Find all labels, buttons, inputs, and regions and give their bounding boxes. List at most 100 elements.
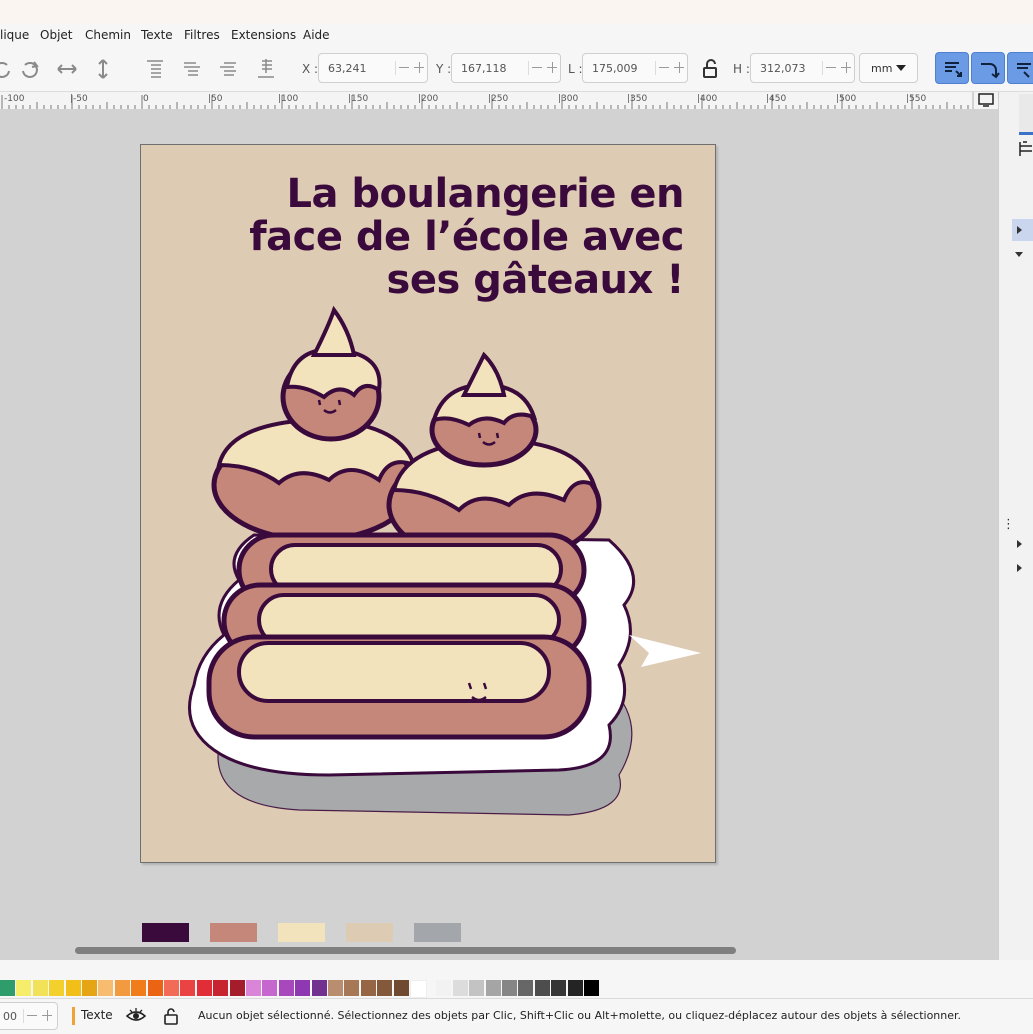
zoom-field[interactable]: 00 [0, 1002, 58, 1030]
menu-item-filtres[interactable]: Filtres [184, 28, 220, 42]
width-decrement-button[interactable] [655, 61, 670, 75]
y-increment-button[interactable] [545, 61, 559, 75]
palette-color[interactable] [262, 980, 278, 996]
document-page[interactable]: La boulangerie en face de l’école avec s… [140, 144, 716, 863]
current-layer-name[interactable]: Texte [81, 1008, 113, 1022]
palette-color[interactable] [246, 980, 261, 996]
ruler-label: |500 [836, 94, 857, 104]
palette-color[interactable] [131, 980, 147, 996]
palette-color[interactable] [32, 980, 48, 996]
display-mode-button[interactable] [974, 92, 998, 109]
palette-color[interactable] [278, 980, 294, 996]
palette-color[interactable] [311, 980, 327, 996]
palette-color[interactable] [114, 980, 130, 996]
swatch-pastry[interactable] [210, 923, 257, 942]
expand-arrow-icon[interactable] [1017, 540, 1022, 548]
height-increment-button[interactable] [839, 61, 853, 75]
scale-corners-toggle[interactable] [971, 52, 1005, 84]
zoom-increment-button[interactable] [40, 1009, 54, 1023]
palette-color[interactable] [436, 980, 452, 996]
expand-arrow-icon[interactable] [1017, 226, 1022, 234]
ruler-label: |200 [418, 94, 439, 104]
swatch-page[interactable] [346, 923, 393, 942]
raise-to-top-icon[interactable] [143, 57, 167, 81]
palette-color[interactable] [502, 980, 517, 996]
palette-color[interactable] [567, 980, 583, 996]
lock-icon[interactable] [163, 1007, 179, 1025]
scale-stroke-toggle[interactable] [935, 52, 969, 84]
transform-gradients-toggle[interactable] [1007, 52, 1033, 84]
y-position-field[interactable]: 167,118 [451, 53, 561, 83]
poster-title[interactable]: La boulangerie en face de l’école avec s… [224, 173, 684, 302]
width-field[interactable]: 175,009 [582, 53, 688, 83]
rotate-cw-icon[interactable] [18, 57, 42, 81]
ruler-label: -100 [4, 94, 25, 104]
palette-color[interactable] [229, 980, 245, 996]
palette-color[interactable] [485, 980, 501, 996]
palette-color[interactable] [551, 980, 567, 996]
height-decrement-button[interactable] [822, 61, 837, 75]
palette-color[interactable] [147, 980, 163, 996]
swatch-plate-shadow[interactable] [414, 923, 461, 942]
menu-item-aide[interactable]: Aide [303, 28, 330, 42]
y-decrement-button[interactable] [528, 61, 543, 75]
palette-color[interactable] [469, 980, 485, 996]
x-decrement-button[interactable] [395, 61, 410, 75]
flip-horizontal-icon[interactable] [55, 57, 79, 81]
palette-color[interactable] [344, 980, 360, 996]
eye-icon[interactable] [126, 1007, 146, 1025]
palette-color[interactable] [65, 980, 81, 996]
palette-color[interactable] [534, 980, 550, 996]
lock-ratio-icon[interactable] [698, 57, 722, 81]
lower-icon[interactable] [216, 57, 240, 81]
palette-color[interactable] [518, 980, 534, 996]
palette-color[interactable] [410, 980, 427, 998]
menu-item-extensions[interactable]: Extensions [231, 28, 296, 42]
swatch-ink[interactable] [142, 923, 189, 942]
zoom-decrement-button[interactable] [23, 1009, 38, 1023]
palette-color[interactable] [584, 980, 599, 996]
x-position-value: 63,241 [328, 62, 367, 75]
palette-color[interactable] [295, 980, 311, 996]
flip-vertical-icon[interactable] [91, 57, 115, 81]
menu-bar: lique Objet Chemin Texte Filtres Extensi… [0, 24, 1033, 47]
palette-color[interactable] [180, 980, 196, 996]
palette-color[interactable] [49, 980, 65, 996]
palette-color[interactable] [213, 980, 229, 996]
x-position-field[interactable]: 63,241 [318, 53, 428, 83]
expand-arrow-icon[interactable] [1017, 564, 1022, 572]
menu-item-chemin[interactable]: Chemin [85, 28, 131, 42]
menu-item-logique[interactable]: lique [0, 28, 29, 42]
poster-title-line-1: La boulangerie en [286, 171, 684, 217]
collapse-arrow-icon[interactable] [1015, 252, 1023, 257]
unit-select[interactable]: mm [859, 53, 918, 83]
rotate-ccw-icon[interactable] [0, 57, 14, 81]
palette-color[interactable] [328, 980, 343, 996]
palette-color[interactable] [377, 980, 393, 996]
layers-add-icon[interactable] [1018, 140, 1033, 158]
dock-tab[interactable] [1019, 94, 1033, 135]
menu-item-objet[interactable]: Objet [40, 28, 72, 42]
height-field[interactable]: 312,073 [750, 53, 855, 83]
palette-color[interactable] [393, 980, 409, 996]
palette-color[interactable] [0, 980, 15, 996]
raise-icon[interactable] [180, 57, 204, 81]
horizontal-scrollbar[interactable] [75, 947, 736, 954]
drawing-canvas[interactable]: La boulangerie en face de l’école avec s… [0, 109, 972, 960]
palette-color[interactable] [360, 980, 376, 996]
x-increment-button[interactable] [412, 61, 426, 75]
palette-color[interactable] [82, 980, 97, 996]
width-increment-button[interactable] [672, 61, 686, 75]
pastry-illustration[interactable] [179, 305, 709, 825]
lower-to-bottom-icon[interactable] [254, 57, 278, 81]
menu-item-texte[interactable]: Texte [141, 28, 173, 42]
swatch-cream[interactable] [278, 923, 325, 942]
poster-title-line-2: face de l’école avec [249, 214, 684, 260]
panel-grip-icon[interactable]: ⋮ [1002, 517, 1015, 532]
palette-color[interactable] [196, 980, 212, 996]
layer-row-selected[interactable] [1012, 219, 1033, 241]
palette-color[interactable] [164, 980, 179, 996]
palette-color[interactable] [452, 980, 468, 996]
palette-color[interactable] [16, 980, 32, 996]
palette-color[interactable] [98, 980, 114, 996]
